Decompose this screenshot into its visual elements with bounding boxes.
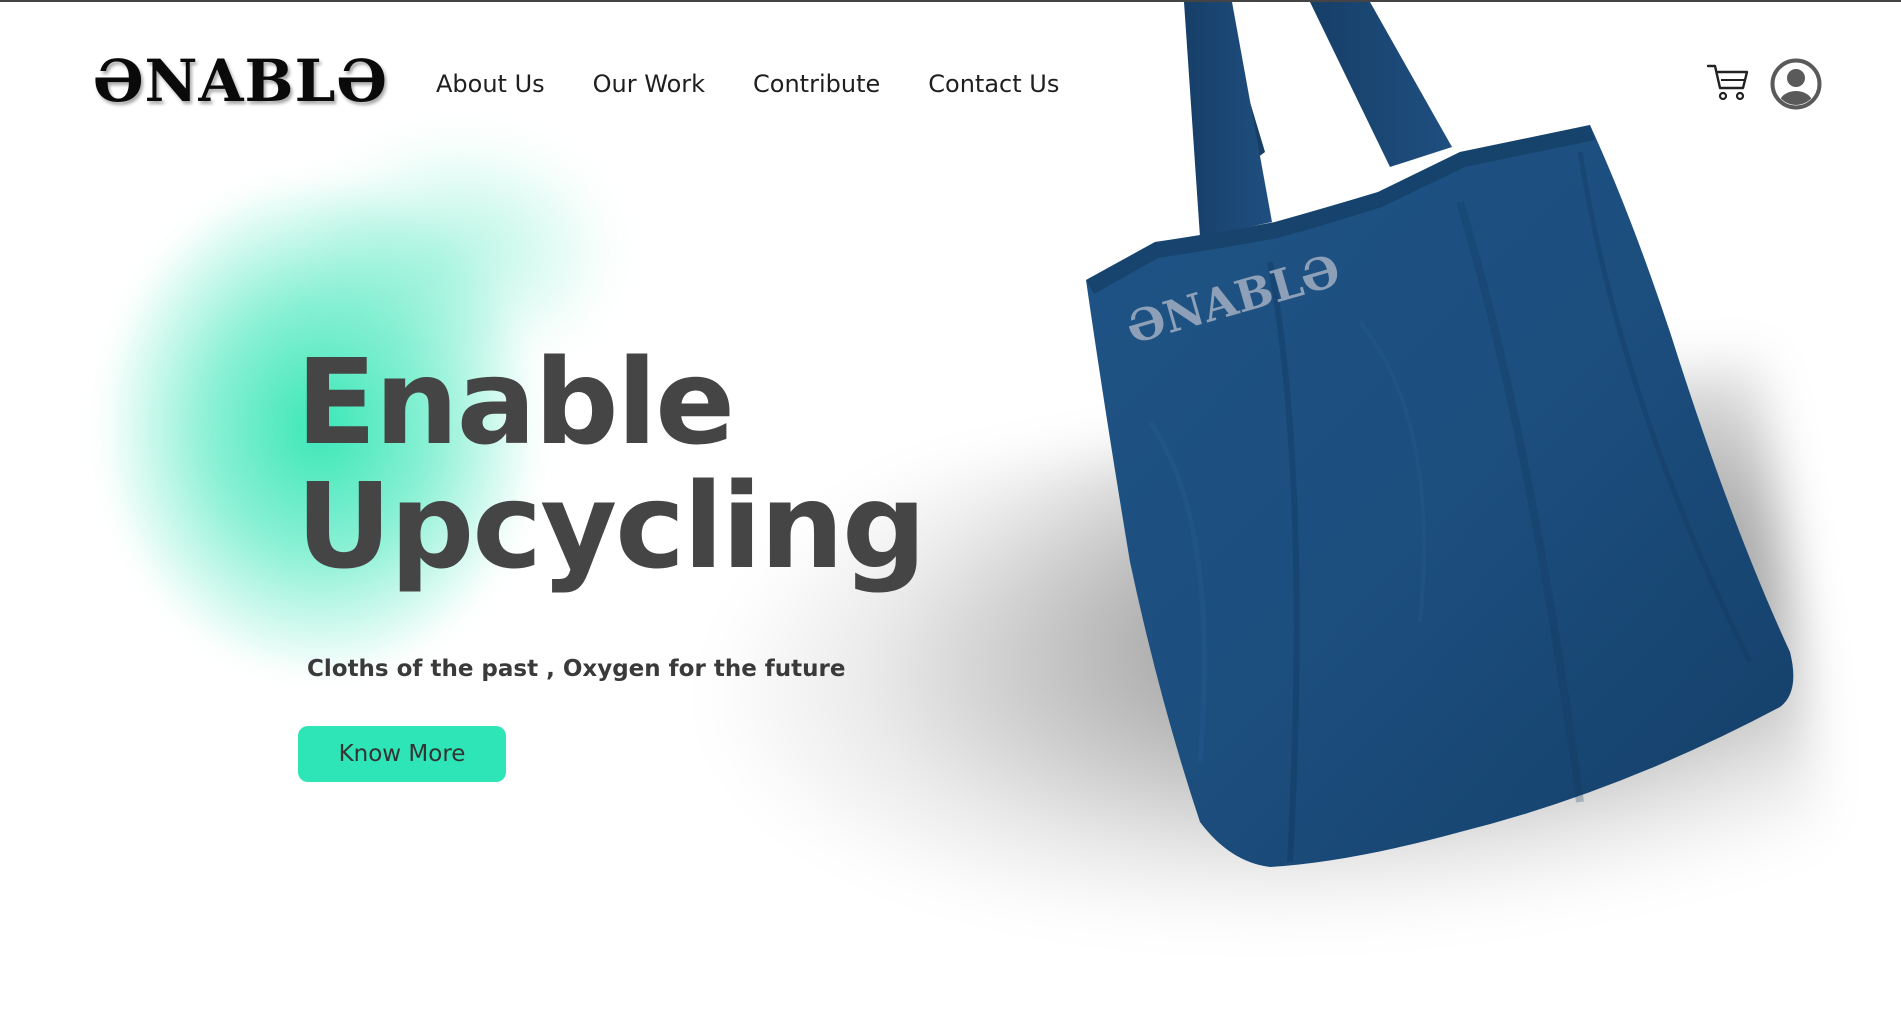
- nav-our-work[interactable]: Our Work: [593, 70, 705, 98]
- tote-bag-image: ƏNABLƏ: [1086, 2, 1794, 867]
- nav-about-us[interactable]: About Us: [436, 70, 545, 98]
- nav-contribute[interactable]: Contribute: [753, 70, 880, 98]
- hero-title-line-1: Enable: [296, 333, 735, 471]
- hero-title-line-2: Upcycling: [296, 457, 926, 595]
- know-more-button[interactable]: Know More: [298, 726, 506, 782]
- hero-tagline: Cloths of the past , Oxygen for the futu…: [307, 656, 846, 682]
- brand-logo[interactable]: ƏNABLƏ: [93, 52, 388, 110]
- nav-contact-us[interactable]: Contact Us: [928, 70, 1059, 98]
- main-nav: About Us Our Work Contribute Contact Us: [436, 70, 1059, 98]
- hero-title: Enable Upcycling: [296, 333, 926, 595]
